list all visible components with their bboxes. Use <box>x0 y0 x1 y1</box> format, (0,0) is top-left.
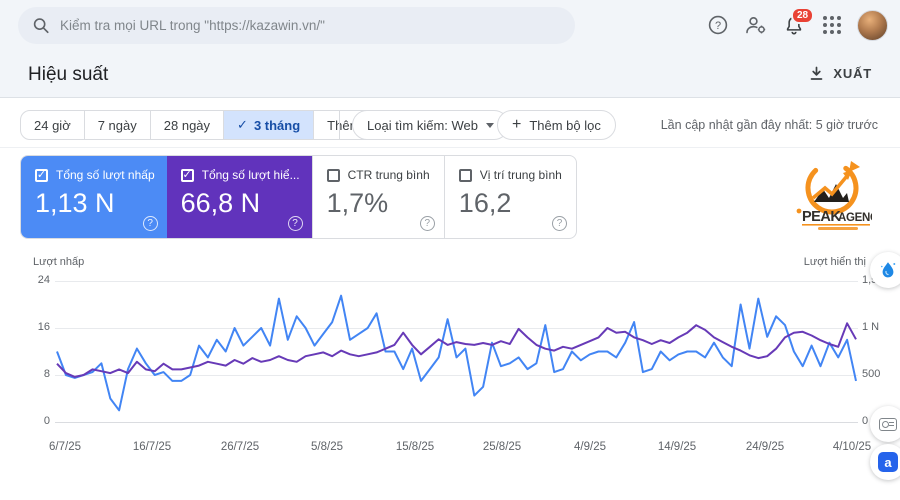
card-avg-ctr[interactable]: CTR trung bình 1,7% ? <box>311 156 444 238</box>
card-label: Tổng số lượt hiể... <box>201 168 300 182</box>
help-icon[interactable]: ? <box>419 216 435 231</box>
search-console-performance-page: ? 28 Hiệu suất XUẤT 24 giờ 7 ngày 28 ngà… <box>0 0 900 500</box>
range-label: 24 giờ <box>34 117 71 133</box>
x-tick: 6/7/25 <box>49 441 81 453</box>
x-tick: 24/9/25 <box>745 441 785 453</box>
svg-text:AGENCY: AGENCY <box>838 212 872 224</box>
x-tick: 26/7/25 <box>220 441 260 453</box>
search-type-label: Loại tìm kiếm: Web <box>367 117 479 133</box>
search-type-chip[interactable]: Loại tìm kiếm: Web <box>352 110 510 140</box>
card-total-clicks[interactable]: ✓ Tổng số lượt nhấp 1,13 N ? <box>21 156 167 238</box>
right-tick: 1 N <box>862 321 880 333</box>
search-input[interactable] <box>60 18 561 33</box>
range-3m-selected[interactable]: ✓ 3 tháng <box>224 111 315 139</box>
range-24h[interactable]: 24 giờ <box>21 111 85 139</box>
range-28d[interactable]: 28 ngày <box>151 111 225 139</box>
card-value: 1,13 N <box>35 188 115 218</box>
x-tick: 25/8/25 <box>482 441 522 453</box>
id-card-icon <box>879 417 897 431</box>
add-filter-label: Thêm bộ lọc <box>529 117 601 133</box>
search-icon <box>33 18 49 34</box>
letter-a-extension-button[interactable]: a <box>870 444 900 480</box>
url-inspect-searchbar[interactable] <box>18 7 575 44</box>
left-tick: 8 <box>43 368 50 380</box>
plus-icon: + <box>512 116 522 133</box>
checkbox-unchecked-icon[interactable] <box>458 168 472 182</box>
left-tick: 24 <box>37 274 50 286</box>
water-drop-icon <box>881 262 896 278</box>
user-settings-button[interactable] <box>737 6 775 44</box>
apps-grid-button[interactable] <box>813 6 851 44</box>
card-label: Tổng số lượt nhấp <box>56 168 155 182</box>
letter-a-icon: a <box>878 452 898 472</box>
card-label: CTR trung bình <box>347 168 430 182</box>
page-title: Hiệu suất <box>28 64 109 85</box>
range-label: 3 tháng <box>253 117 301 133</box>
export-button[interactable]: XUẤT <box>809 66 872 81</box>
range-label: 7 ngày <box>97 117 137 133</box>
notification-badge: 28 <box>791 7 815 24</box>
water-reminder-extension-button[interactable] <box>870 252 900 288</box>
filter-divider <box>0 147 900 148</box>
svg-text:PEAK: PEAK <box>802 209 841 225</box>
help-button[interactable]: ? <box>699 6 737 44</box>
checkbox-checked-icon[interactable]: ✓ <box>180 168 194 182</box>
last-updated-text: Lần cập nhật gần đây nhất: 5 giờ trước <box>660 118 878 132</box>
date-range-selector: 24 giờ 7 ngày 28 ngày ✓ 3 tháng Thêm <box>20 110 389 140</box>
right-axis-title: Lượt hiển thị <box>803 256 866 268</box>
left-axis-title: Lượt nhấp <box>33 256 85 268</box>
apps-grid-icon <box>823 16 841 34</box>
help-icon: ? <box>708 15 728 35</box>
card-value: 1,7% <box>326 188 389 218</box>
chevron-down-icon <box>486 122 495 128</box>
help-icon[interactable]: ? <box>552 216 568 231</box>
x-tick: 4/9/25 <box>574 441 606 453</box>
range-7d[interactable]: 7 ngày <box>85 111 151 139</box>
card-label: Vị trí trung bình <box>479 168 562 182</box>
left-tick: 0 <box>43 415 50 427</box>
card-extension-button[interactable] <box>870 406 900 442</box>
left-tick: 16 <box>37 321 50 333</box>
x-tick: 15/8/25 <box>395 441 435 453</box>
metric-cards: ✓ Tổng số lượt nhấp 1,13 N ? ✓ Tổng số lượ… <box>20 155 577 239</box>
profile-avatar[interactable] <box>857 9 888 41</box>
x-tick: 14/9/25 <box>657 441 697 453</box>
peak-agency-logo: PEAK AGENCY <box>796 161 872 230</box>
download-icon <box>811 66 823 80</box>
checkbox-checked-icon[interactable]: ✓ <box>35 168 48 182</box>
filter-separator <box>339 111 340 139</box>
performance-line-chart[interactable] <box>55 270 858 430</box>
x-tick: 16/7/25 <box>132 441 172 453</box>
card-avg-position[interactable]: Vị trí trung bình 16,2 ? <box>443 156 576 238</box>
range-label: 28 ngày <box>163 117 211 133</box>
line-clicks <box>56 294 857 412</box>
x-tick: 5/8/25 <box>311 441 343 453</box>
card-total-impressions[interactable]: ✓ Tổng số lượt hiể... 66,8 N ? <box>166 156 312 238</box>
check-icon: ✓ <box>237 117 248 132</box>
checkbox-unchecked-icon[interactable] <box>326 168 340 182</box>
svg-text:?: ? <box>715 20 721 32</box>
card-value: 16,2 <box>458 188 512 218</box>
add-filter-chip[interactable]: + Thêm bộ lọc <box>497 110 616 140</box>
user-gear-icon <box>746 16 766 34</box>
help-icon[interactable]: ? <box>287 216 303 231</box>
x-tick: 4/10/25 <box>832 441 872 453</box>
card-value: 66,8 N <box>180 188 261 218</box>
help-icon[interactable]: ? <box>142 216 158 231</box>
right-tick: 500 <box>862 368 881 380</box>
export-label: XUẤT <box>833 66 872 81</box>
notifications-button[interactable]: 28 <box>775 6 815 44</box>
